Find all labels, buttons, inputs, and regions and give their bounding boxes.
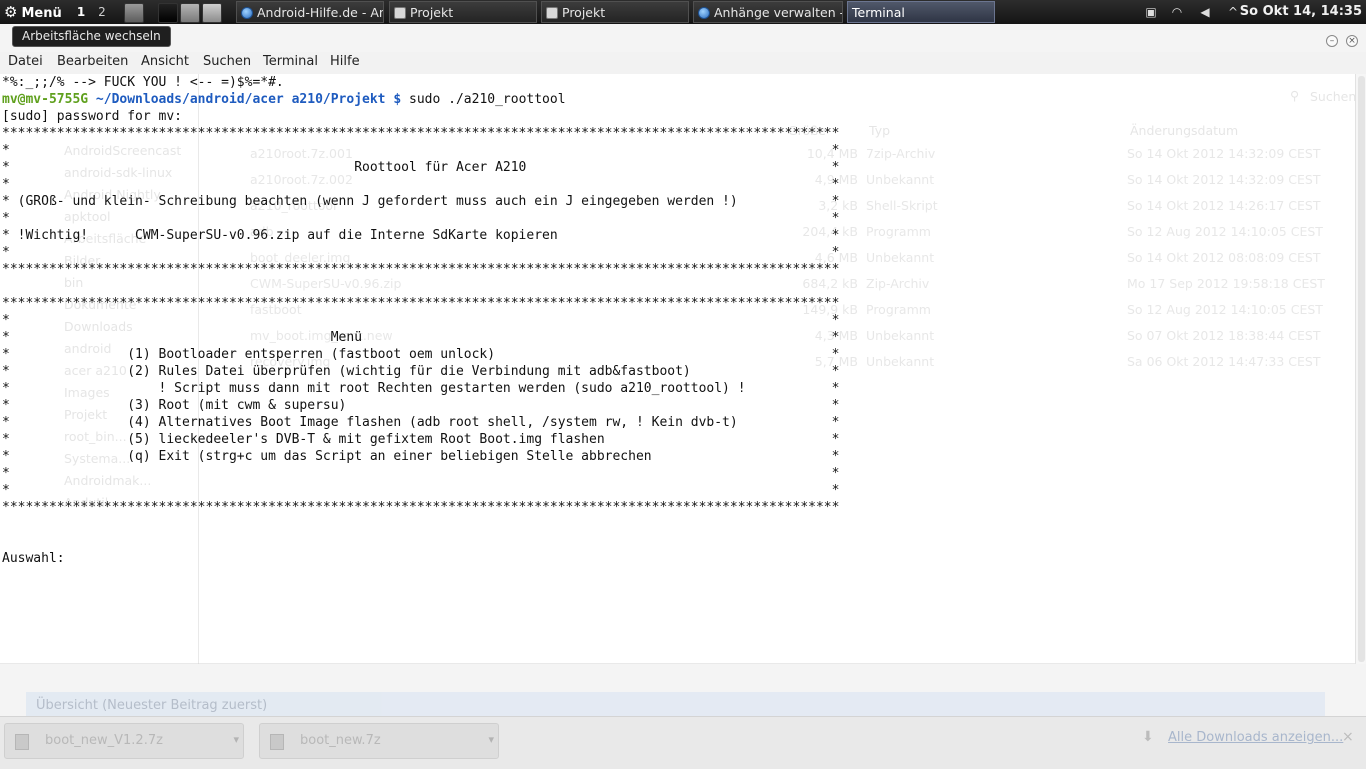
menu-terminal[interactable]: Terminal [263,54,318,69]
ghost-file-date: So 14 Okt 2012 14:26:17 CEST [1127,198,1321,213]
ghost-col-date: Änderungsdatum [1130,123,1239,138]
workspace-2[interactable]: 2 [93,2,111,22]
terminal-titlebar[interactable] [0,24,1366,52]
editor-launcher-icon[interactable] [202,3,222,23]
minimize-icon[interactable]: – [1326,35,1338,47]
ghost-file-date: So 14 Okt 2012 08:08:09 CEST [1127,250,1321,265]
ghost-file-date: So 12 Aug 2012 14:10:05 CEST [1127,302,1323,317]
main-menu-button[interactable]: ⚙ Menü [4,2,62,22]
globe-icon [698,7,710,19]
task-label: Projekt [562,5,606,20]
ghost-file-date: Mo 17 Sep 2012 19:58:18 CEST [1127,276,1325,291]
display-off-icon[interactable]: ▣ [1142,2,1160,22]
wifi-icon[interactable]: ◠ [1168,2,1186,22]
ghost-file-type: Programm [866,224,931,239]
task-label: Projekt [410,5,454,20]
terminal-menubar: Datei Bearbeiten Ansicht Suchen Terminal… [0,52,1366,74]
prompt-path: ~/Downloads/android/acer a210/Projekt $ [88,92,402,107]
prompt-command: sudo ./a210_roottool [401,92,566,107]
task-label: Terminal [852,5,905,20]
task-browser-android-hilfe[interactable]: Android-Hilfe.de - An... [236,1,384,23]
download-filename: boot_new.7z [300,733,381,748]
terminal-output-area[interactable]: Suchen ⚲ Größe Typ Änderungsdatum a210ro… [0,74,1366,664]
chevron-down-icon[interactable]: ▾ [233,733,239,746]
gear-icon: ⚙ [4,3,18,21]
download-item-2[interactable]: boot_new.7z ▾ [259,723,499,759]
close-icon[interactable]: × [1346,35,1358,47]
menu-suchen[interactable]: Suchen [203,54,251,69]
ghost-file-type: Zip-Archiv [866,276,930,291]
show-all-downloads-link[interactable]: Alle Downloads anzeigen... [1168,730,1343,745]
ghost-file-type: Shell-Skript [866,198,938,213]
previous-output-line: *%:_;;/% --> FUCK YOU ! <-- =)$%=*#. [2,75,284,90]
close-icon[interactable]: × [1342,729,1354,745]
task-label: Anhänge verwalten -... [714,5,843,20]
ghost-file-type: Programm [866,302,931,317]
terminal-launcher-icon[interactable] [158,3,178,23]
chevron-down-icon[interactable]: ▾ [488,733,494,746]
camera-launcher-icon[interactable] [124,3,144,23]
top-panel: ⚙Menü 1 2 Android-Hilfe.de - An... Proje… [0,0,1366,24]
ghost-file-date: So 12 Aug 2012 14:10:05 CEST [1127,224,1323,239]
workspace-tooltip: Arbeitsfläche wechseln [12,26,171,47]
search-icon: ⚲ [1290,88,1300,103]
main-menu-label: Menü [21,6,62,21]
download-item-1[interactable]: boot_new_V1.2.7z ▾ [4,723,244,759]
ghost-search-field: Suchen [1310,89,1357,104]
ghost-file-date: So 14 Okt 2012 14:32:09 CEST [1127,146,1321,161]
folder-icon [394,7,406,19]
terminal-scrollbar[interactable] [1355,74,1366,664]
menu-datei[interactable]: Datei [8,54,43,69]
download-arrow-icon: ⬇ [1142,729,1154,745]
ghost-file-date: So 14 Okt 2012 14:32:09 CEST [1127,172,1321,187]
forum-overview-strip: Übersicht (Neuester Beitrag zuerst) [26,692,1325,716]
file-icon [270,734,284,750]
task-terminal[interactable]: Terminal [847,1,995,23]
terminal-text: *%:_;;/% --> FUCK YOU ! <-- =)$%=*#. mv@… [2,74,839,567]
ghost-file-type: Unbekannt [866,172,935,187]
workspace-1[interactable]: 1 [72,2,90,22]
ghost-col-type: Typ [869,123,891,138]
menu-hilfe[interactable]: Hilfe [330,54,360,69]
task-projekt-2[interactable]: Projekt [541,1,689,23]
ghost-file-type: Unbekannt [866,328,935,343]
menu-ansicht[interactable]: Ansicht [141,54,189,69]
prompt-user: mv@mv-5755G [2,92,89,107]
ghost-file-date: So 07 Okt 2012 18:38:44 CEST [1127,328,1321,343]
ghost-file-date: Sa 06 Okt 2012 14:47:33 CEST [1127,354,1321,369]
volume-icon[interactable]: ◀ [1196,2,1214,22]
monitor-launcher-icon[interactable] [180,3,200,23]
task-browser-anhaenge[interactable]: Anhänge verwalten -... [693,1,843,23]
script-output: [sudo] password for mv: ****************… [2,109,840,566]
menu-bearbeiten[interactable]: Bearbeiten [57,54,128,69]
ghost-file-type: Unbekannt [866,354,935,369]
folder-icon [546,7,558,19]
download-bar: boot_new_V1.2.7z ▾ boot_new.7z ▾ [0,716,1366,769]
ghost-file-type: Unbekannt [866,250,935,265]
task-projekt-1[interactable]: Projekt [389,1,537,23]
download-filename: boot_new_V1.2.7z [45,733,163,748]
file-icon [15,734,29,750]
globe-icon [241,7,253,19]
clock[interactable]: So Okt 14, 14:35 [1240,2,1362,22]
task-label: Android-Hilfe.de - An... [257,5,383,20]
ghost-file-type: 7zip-Archiv [866,146,936,161]
scrollbar-thumb[interactable] [1358,76,1365,662]
forum-strip-label: Übersicht (Neuester Beitrag zuerst) [36,698,268,713]
